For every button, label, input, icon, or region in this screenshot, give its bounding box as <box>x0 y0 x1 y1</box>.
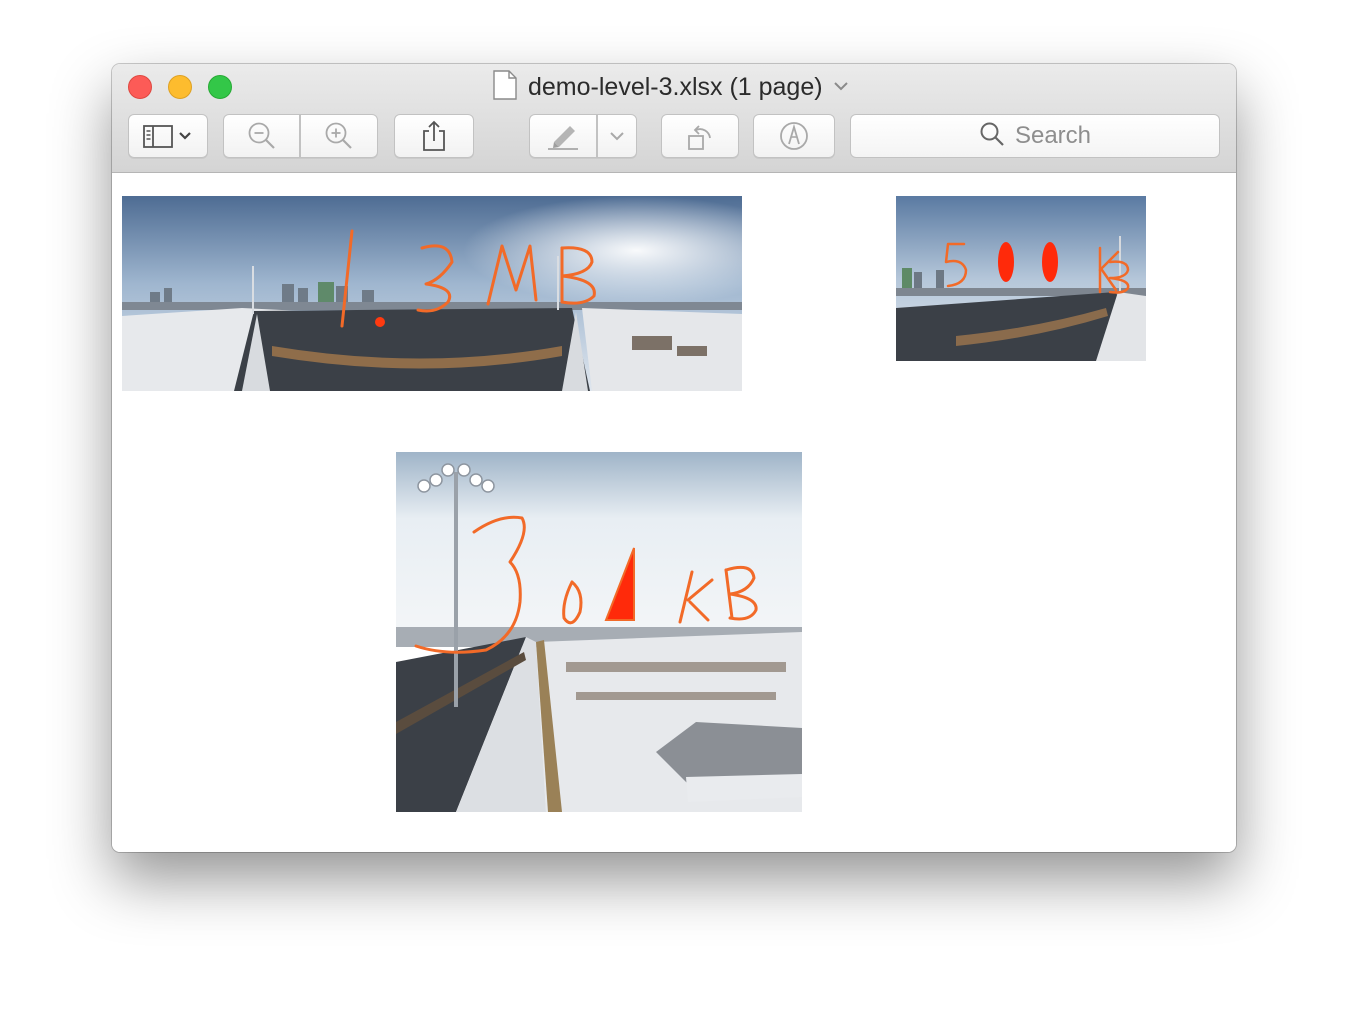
chevron-down-icon <box>609 130 625 142</box>
minimize-button[interactable] <box>168 75 192 99</box>
zoom-in-icon <box>323 120 355 152</box>
highlighter-icon <box>545 121 581 151</box>
maximize-button[interactable] <box>208 75 232 99</box>
markup-button[interactable] <box>753 114 835 158</box>
highlight-options-button[interactable] <box>597 114 637 158</box>
sidebar-toggle-button[interactable] <box>128 114 208 158</box>
square-photo-image <box>396 452 802 812</box>
chevron-down-icon[interactable] <box>833 78 849 96</box>
search-placeholder: Search <box>1014 122 1092 149</box>
share-icon <box>420 120 448 152</box>
search-field[interactable]: Search <box>850 114 1220 158</box>
search-icon <box>979 121 1005 152</box>
zoom-out-icon <box>246 120 278 152</box>
share-button[interactable] <box>394 114 474 158</box>
rotate-icon <box>683 120 717 152</box>
panorama-small-image <box>896 196 1146 361</box>
close-button[interactable] <box>128 75 152 99</box>
document-icon <box>492 69 518 105</box>
markup-pen-icon <box>778 120 810 152</box>
panorama-large-image <box>122 196 742 391</box>
rotate-button[interactable] <box>661 114 739 158</box>
window-title-text: demo-level-3.xlsx (1 page) <box>528 72 823 101</box>
preview-window: demo-level-3.xlsx (1 page) Search <box>112 64 1236 852</box>
window-title[interactable]: demo-level-3.xlsx (1 page) <box>492 69 849 105</box>
highlight-button[interactable] <box>529 114 597 158</box>
document-content[interactable] <box>112 173 1236 852</box>
zoom-out-button[interactable] <box>223 114 300 158</box>
titlebar: demo-level-3.xlsx (1 page) Search <box>112 64 1236 173</box>
zoom-in-button[interactable] <box>300 114 378 158</box>
sidebar-icon <box>142 122 194 150</box>
